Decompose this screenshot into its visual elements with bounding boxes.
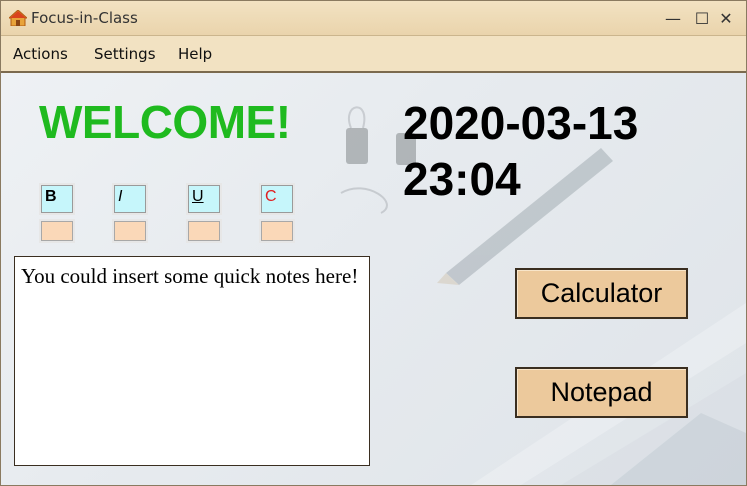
notepad-button[interactable]: Notepad xyxy=(515,367,688,418)
menu-actions[interactable]: Actions xyxy=(13,45,68,63)
window-title: Focus-in-Class xyxy=(31,9,138,27)
time-text: 23:04 xyxy=(403,153,521,205)
app-window: Focus-in-Class — ☐ ✕ Actions Settings He… xyxy=(0,0,747,486)
menu-bar: Actions Settings Help xyxy=(1,36,746,73)
menu-help[interactable]: Help xyxy=(178,45,212,63)
close-icon[interactable]: ✕ xyxy=(715,7,737,29)
bold-option-field[interactable] xyxy=(39,219,75,243)
color-button[interactable]: C xyxy=(259,183,295,215)
calculator-button[interactable]: Calculator xyxy=(515,268,688,319)
date-text: 2020-03-13 xyxy=(403,97,639,149)
italic-button[interactable]: I xyxy=(112,183,148,215)
underline-button[interactable]: U xyxy=(186,183,222,215)
maximize-icon[interactable]: ☐ xyxy=(691,7,713,29)
quick-notes-textarea[interactable]: You could insert some quick notes here! xyxy=(14,256,370,466)
color-option-field[interactable] xyxy=(259,219,295,243)
underline-option-field[interactable] xyxy=(186,219,222,243)
title-bar: Focus-in-Class — ☐ ✕ xyxy=(1,1,746,36)
welcome-heading: WELCOME! xyxy=(39,96,291,148)
italic-option-field[interactable] xyxy=(112,219,148,243)
date-time-display: 2020-03-13 23:04 xyxy=(403,95,638,207)
menu-settings[interactable]: Settings xyxy=(94,45,156,63)
minimize-icon[interactable]: — xyxy=(662,7,684,29)
main-panel: WELCOME! 2020-03-13 23:04 B I U C You co… xyxy=(1,73,746,485)
home-icon xyxy=(9,10,27,26)
bold-button[interactable]: B xyxy=(39,183,75,215)
